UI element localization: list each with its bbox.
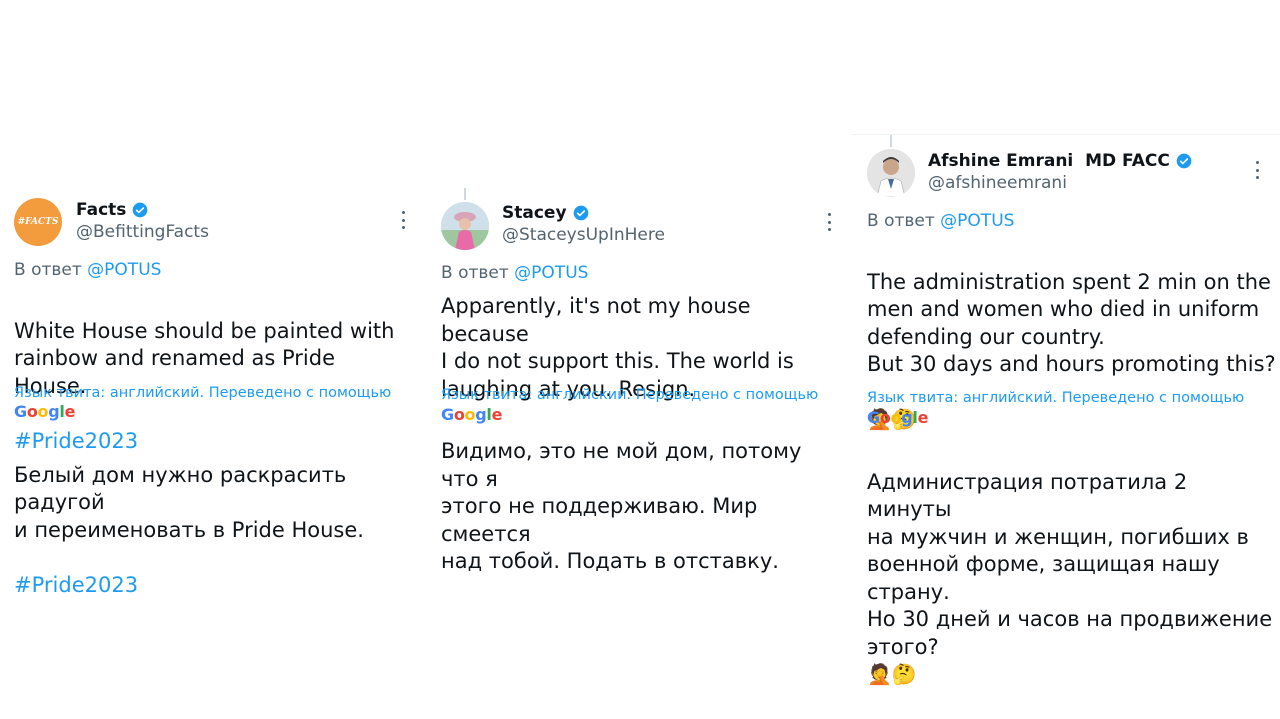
tweet-afshine[interactable]: Afshine Emrani MD FACC @afshineemrani В … — [852, 0, 1280, 719]
reply-to-link[interactable]: @POTUS — [87, 260, 161, 280]
reply-to: В ответ @POTUS — [14, 260, 161, 280]
translated-text-main: Администрация потратила 2 минуты на мужч… — [867, 469, 1273, 659]
avatar-stacey-image — [441, 202, 489, 250]
tweet-text-main: The administration spent 2 min on the me… — [867, 269, 1276, 377]
tweet-facts[interactable]: #FACTS Facts @BefittingFacts В ответ @PO… — [0, 0, 420, 719]
reply-prefix: В ответ — [441, 263, 509, 283]
translation-note[interactable]: Язык твита: английский. Переведено с пом… — [14, 385, 391, 401]
divider — [852, 134, 1280, 135]
author-handle[interactable]: @afshineemrani — [928, 173, 1067, 193]
more-options-icon[interactable] — [401, 211, 405, 229]
avatar-facts-label: #FACTS — [17, 217, 59, 227]
avatar-afshine-image — [867, 149, 915, 197]
reply-to-link[interactable]: @POTUS — [940, 211, 1014, 231]
translated-text: Администрация потратила 2 минуты на мужч… — [867, 441, 1277, 689]
facepalm-thinking-emoji: 🤦🤔 — [867, 662, 917, 686]
avatar-facts[interactable]: #FACTS — [14, 198, 62, 246]
google-logo: Google — [867, 408, 929, 427]
thread-line — [890, 135, 892, 147]
author-handle[interactable]: @StaceysUpInHere — [502, 225, 665, 245]
verified-badge-icon — [133, 202, 148, 218]
translation-note[interactable]: Язык твита: английский. Переведено с пом… — [441, 387, 818, 403]
reply-to: В ответ @POTUS — [441, 263, 588, 283]
thread-line — [464, 188, 466, 200]
avatar-stacey[interactable] — [441, 202, 489, 250]
translation-note[interactable]: Язык твита: английский. Переведено с пом… — [867, 390, 1244, 406]
verified-badge-icon — [573, 205, 588, 221]
tweet-stacey[interactable]: Stacey @StaceysUpInHere В ответ @POTUS A… — [426, 0, 846, 719]
translated-text-main: Белый дом нужно раскрасить радугой и пер… — [14, 462, 364, 542]
verified-badge-icon — [1176, 153, 1192, 169]
translated-text: Видимо, это не мой дом, потому что я это… — [441, 439, 802, 573]
author-name[interactable]: Stacey — [502, 203, 567, 223]
translated-hashtag-link[interactable]: #Pride2023 — [14, 573, 138, 597]
reply-prefix: В ответ — [867, 211, 935, 231]
more-options-icon[interactable] — [827, 213, 831, 231]
translated-text: Белый дом нужно раскрасить радугой и пер… — [14, 434, 414, 599]
reply-to: В ответ @POTUS — [867, 211, 1014, 231]
google-logo: Google — [441, 405, 503, 424]
author-name[interactable]: Facts — [76, 200, 126, 220]
avatar-afshine[interactable] — [867, 149, 915, 197]
reply-to-link[interactable]: @POTUS — [514, 263, 588, 283]
more-options-icon[interactable] — [1255, 161, 1259, 179]
google-logo: Google — [14, 402, 76, 421]
author-name[interactable]: Afshine Emrani MD FACC — [928, 151, 1170, 171]
tweet-text: White House should be painted with rainb… — [14, 290, 414, 455]
author-handle[interactable]: @BefittingFacts — [76, 222, 209, 242]
reply-prefix: В ответ — [14, 260, 82, 280]
